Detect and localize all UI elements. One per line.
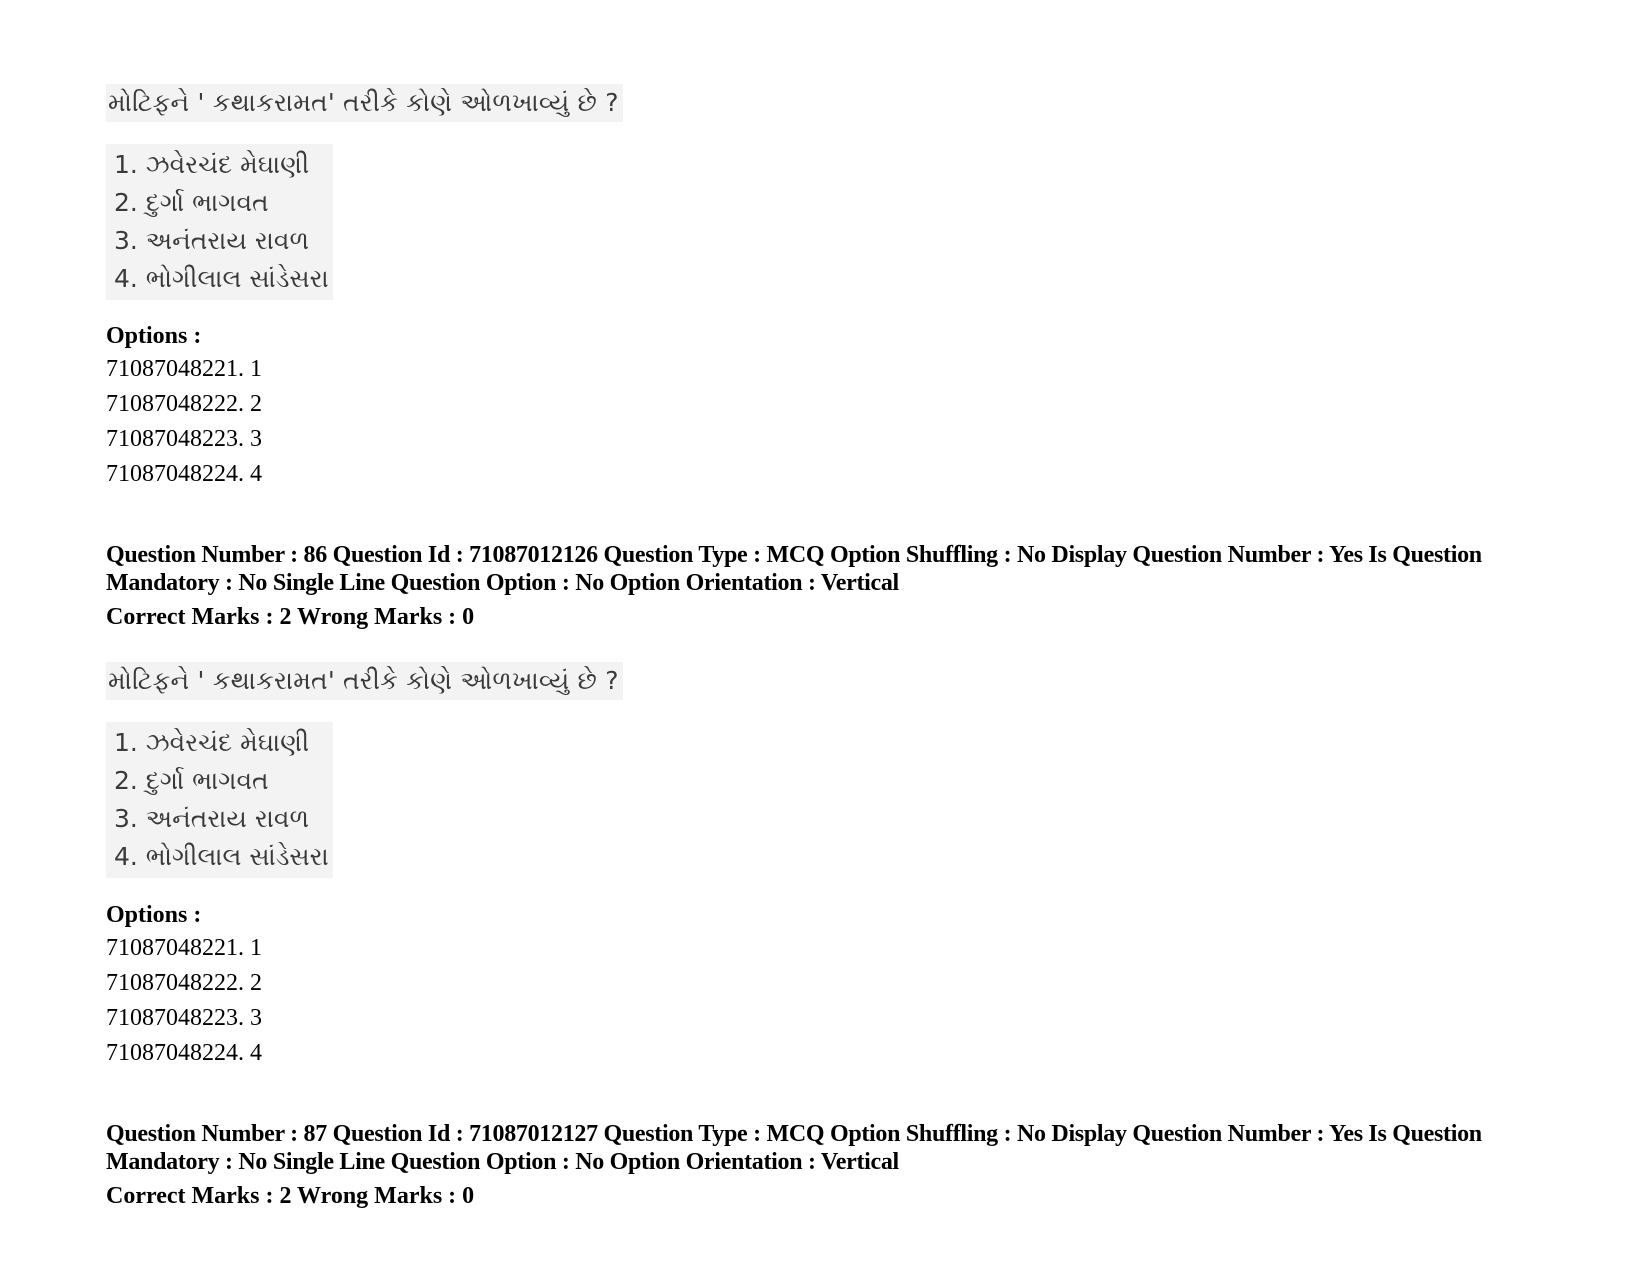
option-row: 71087048221. 1	[106, 356, 262, 382]
document-page: મોટિફને ' કથાકરામત' તરીકે કોણે ઓળખાવ્યું…	[0, 0, 1650, 1275]
options-label: Options :	[106, 902, 202, 928]
options-label: Options :	[106, 323, 202, 349]
answer-choice: 2. દુર્ગા ભાગવત	[114, 188, 269, 217]
option-row: 71087048222. 2	[106, 970, 262, 996]
option-row: 71087048221. 1	[106, 935, 262, 961]
question-image: મોટિફને ' કથાકરામત' તરીકે કોણે ઓળખાવ્યું…	[106, 84, 623, 122]
question-meta: Question Number : 86 Question Id : 71087…	[106, 542, 1482, 596]
answer-choice: 3. અનંતરાય રાવળ	[114, 804, 309, 833]
question-header-87: Question Number : 87 Question Id : 71087…	[106, 1120, 1546, 1210]
options-section-85: Options : 71087048221. 1 71087048222. 2 …	[106, 320, 262, 492]
option-row: 71087048224. 4	[106, 461, 262, 487]
question-image: મોટિફને ' કથાકરામત' તરીકે કોણે ઓળખાવ્યું…	[106, 662, 623, 700]
answer-choice: 4. ભોગીલાલ સાંડેસરા	[114, 264, 329, 293]
answer-choice-list: 1. ઝવેરચંદ મેઘાણી 2. દુર્ગા ભાગવત 3. અનં…	[106, 144, 333, 300]
question-image-85: મોટિફને ' કથાકરામત' તરીકે કોણે ઓળખાવ્યું…	[106, 84, 623, 300]
answer-choice-list: 1. ઝવેરચંદ મેઘાણી 2. દુર્ગા ભાગવત 3. અનં…	[106, 722, 333, 878]
question-header-86: Question Number : 86 Question Id : 71087…	[106, 541, 1546, 631]
option-row: 71087048222. 2	[106, 391, 262, 417]
options-section-86: Options : 71087048221. 1 71087048222. 2 …	[106, 899, 262, 1071]
question-text: મોટિફને ' કથાકરામત' તરીકે કોણે ઓળખાવ્યું…	[108, 88, 619, 117]
question-image-86: મોટિફને ' કથાકરામત' તરીકે કોણે ઓળખાવ્યું…	[106, 662, 623, 878]
option-row: 71087048224. 4	[106, 1040, 262, 1066]
question-marks: Correct Marks : 2 Wrong Marks : 0	[106, 604, 475, 630]
answer-choice: 1. ઝવેરચંદ મેઘાણી	[114, 150, 310, 179]
question-meta: Question Number : 87 Question Id : 71087…	[106, 1121, 1482, 1175]
answer-choice: 1. ઝવેરચંદ મેઘાણી	[114, 728, 310, 757]
question-marks: Correct Marks : 2 Wrong Marks : 0	[106, 1183, 475, 1209]
answer-choice: 3. અનંતરાય રાવળ	[114, 226, 309, 255]
question-text: મોટિફને ' કથાકરામત' તરીકે કોણે ઓળખાવ્યું…	[108, 666, 619, 695]
answer-choice: 2. દુર્ગા ભાગવત	[114, 766, 269, 795]
answer-choice: 4. ભોગીલાલ સાંડેસરા	[114, 842, 329, 871]
option-row: 71087048223. 3	[106, 426, 262, 452]
option-row: 71087048223. 3	[106, 1005, 262, 1031]
